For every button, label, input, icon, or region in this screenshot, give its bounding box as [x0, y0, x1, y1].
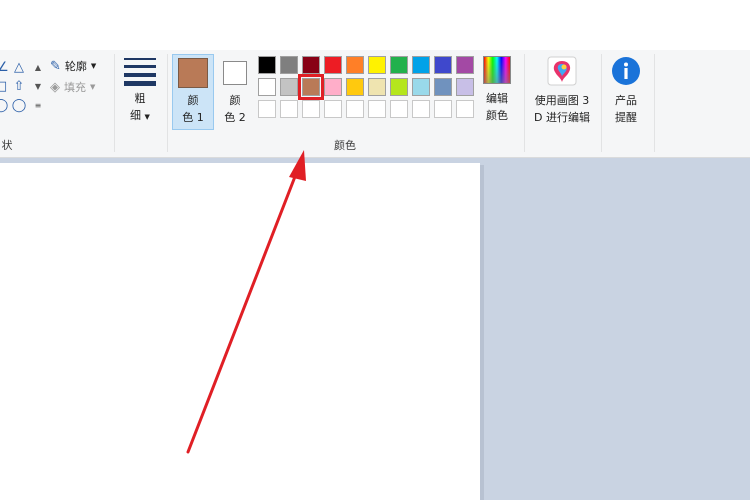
- group-divider: [524, 54, 525, 152]
- gallery-scroll-up-icon[interactable]: ▲: [33, 60, 43, 74]
- palette-color-swatch[interactable]: [302, 56, 320, 74]
- edit-colors-line1: 编辑: [486, 92, 508, 105]
- color2-swatch: [223, 61, 247, 85]
- palette-color-swatch[interactable]: [434, 78, 452, 96]
- palette-color-swatch[interactable]: [346, 56, 364, 74]
- fill-bucket-icon: ◈: [50, 79, 60, 95]
- info-icon: [612, 57, 640, 85]
- outline-label: 轮廓: [64, 60, 87, 73]
- chevron-down-icon: ▼: [144, 113, 150, 121]
- palette-color-swatch[interactable]: [368, 56, 386, 74]
- palette-color-swatch[interactable]: [412, 78, 430, 96]
- palette-color-swatch[interactable]: [258, 56, 276, 74]
- drawing-canvas[interactable]: [0, 163, 480, 500]
- triangle-icon[interactable]: △: [12, 60, 26, 74]
- group-divider: [654, 54, 655, 152]
- product-alert-line2: 提醒: [615, 111, 637, 124]
- custom-color-slot[interactable]: [434, 100, 452, 118]
- color2-label-line2: 色 2: [224, 111, 246, 124]
- custom-color-slot[interactable]: [302, 100, 320, 118]
- palette-color-swatch[interactable]: [280, 78, 298, 96]
- canvas-resize-edge[interactable]: [480, 165, 484, 500]
- outline-dropdown[interactable]: ✎ 轮廓 ▼: [50, 58, 96, 74]
- color1-label-line1: 颜: [187, 94, 199, 107]
- custom-color-slot[interactable]: [390, 100, 408, 118]
- size-label-line2: 细: [130, 109, 142, 122]
- chevron-down-icon: ▼: [90, 62, 97, 70]
- palette-color-swatch[interactable]: [280, 56, 298, 74]
- ribbon: ∠ △ □ ⇧ ◯ ◯ ▲ ▼ ≡ ✎ 轮廓 ▼ ◈ 填充 ▼ 状 粗 细 ▼: [0, 50, 750, 158]
- color2-button[interactable]: 颜 色 2: [214, 61, 256, 126]
- gallery-expand-icon[interactable]: ≡: [33, 98, 43, 112]
- edit-colors-line2: 颜色: [486, 109, 508, 122]
- custom-color-slot[interactable]: [324, 100, 342, 118]
- shapes-group-label: 状: [1, 139, 13, 152]
- arrow-up-shape-icon[interactable]: ⇧: [12, 79, 26, 93]
- edit-with-paint3d-button[interactable]: 使用画图 3 D 进行编辑: [528, 56, 596, 126]
- custom-color-slot[interactable]: [456, 100, 474, 118]
- oval-icon[interactable]: ◯: [0, 98, 8, 112]
- selected-color-highlight: [298, 74, 324, 100]
- palette-color-swatch[interactable]: [258, 78, 276, 96]
- palette-color-swatch[interactable]: [346, 78, 364, 96]
- palette-color-swatch[interactable]: [456, 56, 474, 74]
- palette-color-swatch[interactable]: [434, 56, 452, 74]
- palette-color-swatch[interactable]: [390, 56, 408, 74]
- line-thickness-icon: [124, 58, 156, 86]
- custom-color-slot[interactable]: [280, 100, 298, 118]
- fill-label: 填充: [64, 81, 86, 94]
- group-divider: [601, 54, 602, 152]
- color1-label-line2: 色 1: [182, 111, 204, 124]
- color-spectrum-icon: [483, 56, 511, 84]
- shape-gallery-item[interactable]: ∠: [0, 60, 10, 74]
- color2-label-line1: 颜: [229, 94, 241, 107]
- custom-color-slot[interactable]: [346, 100, 364, 118]
- custom-color-slot[interactable]: [258, 100, 276, 118]
- custom-color-slot[interactable]: [368, 100, 386, 118]
- title-bar-area: [0, 0, 750, 50]
- paint3d-line2: D 进行编辑: [534, 111, 590, 124]
- chevron-down-icon: ▼: [90, 83, 96, 91]
- edit-colors-button[interactable]: 编辑 颜色: [478, 56, 516, 124]
- paint3d-line1: 使用画图 3: [534, 94, 590, 107]
- palette-color-swatch[interactable]: [456, 78, 474, 96]
- fill-dropdown[interactable]: ◈ 填充 ▼: [50, 79, 95, 95]
- gallery-scroll-down-icon[interactable]: ▼: [33, 79, 43, 93]
- size-button[interactable]: 粗 细 ▼: [118, 56, 162, 126]
- pencil-outline-icon: ✎: [50, 58, 61, 74]
- color1-button[interactable]: 颜 色 1: [172, 58, 214, 126]
- palette-color-swatch[interactable]: [368, 78, 386, 96]
- palette-color-swatch[interactable]: [324, 78, 342, 96]
- colors-group-label: 颜色: [334, 139, 356, 152]
- palette-color-swatch[interactable]: [324, 56, 342, 74]
- palette-color-swatch[interactable]: [412, 56, 430, 74]
- custom-color-slot[interactable]: [412, 100, 430, 118]
- group-divider: [114, 54, 115, 152]
- product-alert-line1: 产品: [615, 94, 637, 107]
- product-alert-button[interactable]: 产品 提醒: [606, 56, 646, 126]
- color1-swatch: [178, 58, 208, 88]
- paint3d-icon: [547, 56, 577, 86]
- rectangle-icon[interactable]: □: [0, 79, 8, 93]
- callout-cloud-icon[interactable]: ◯: [12, 98, 27, 112]
- group-divider: [167, 54, 168, 152]
- size-label-line1: 粗: [134, 92, 146, 105]
- palette-color-swatch[interactable]: [390, 78, 408, 96]
